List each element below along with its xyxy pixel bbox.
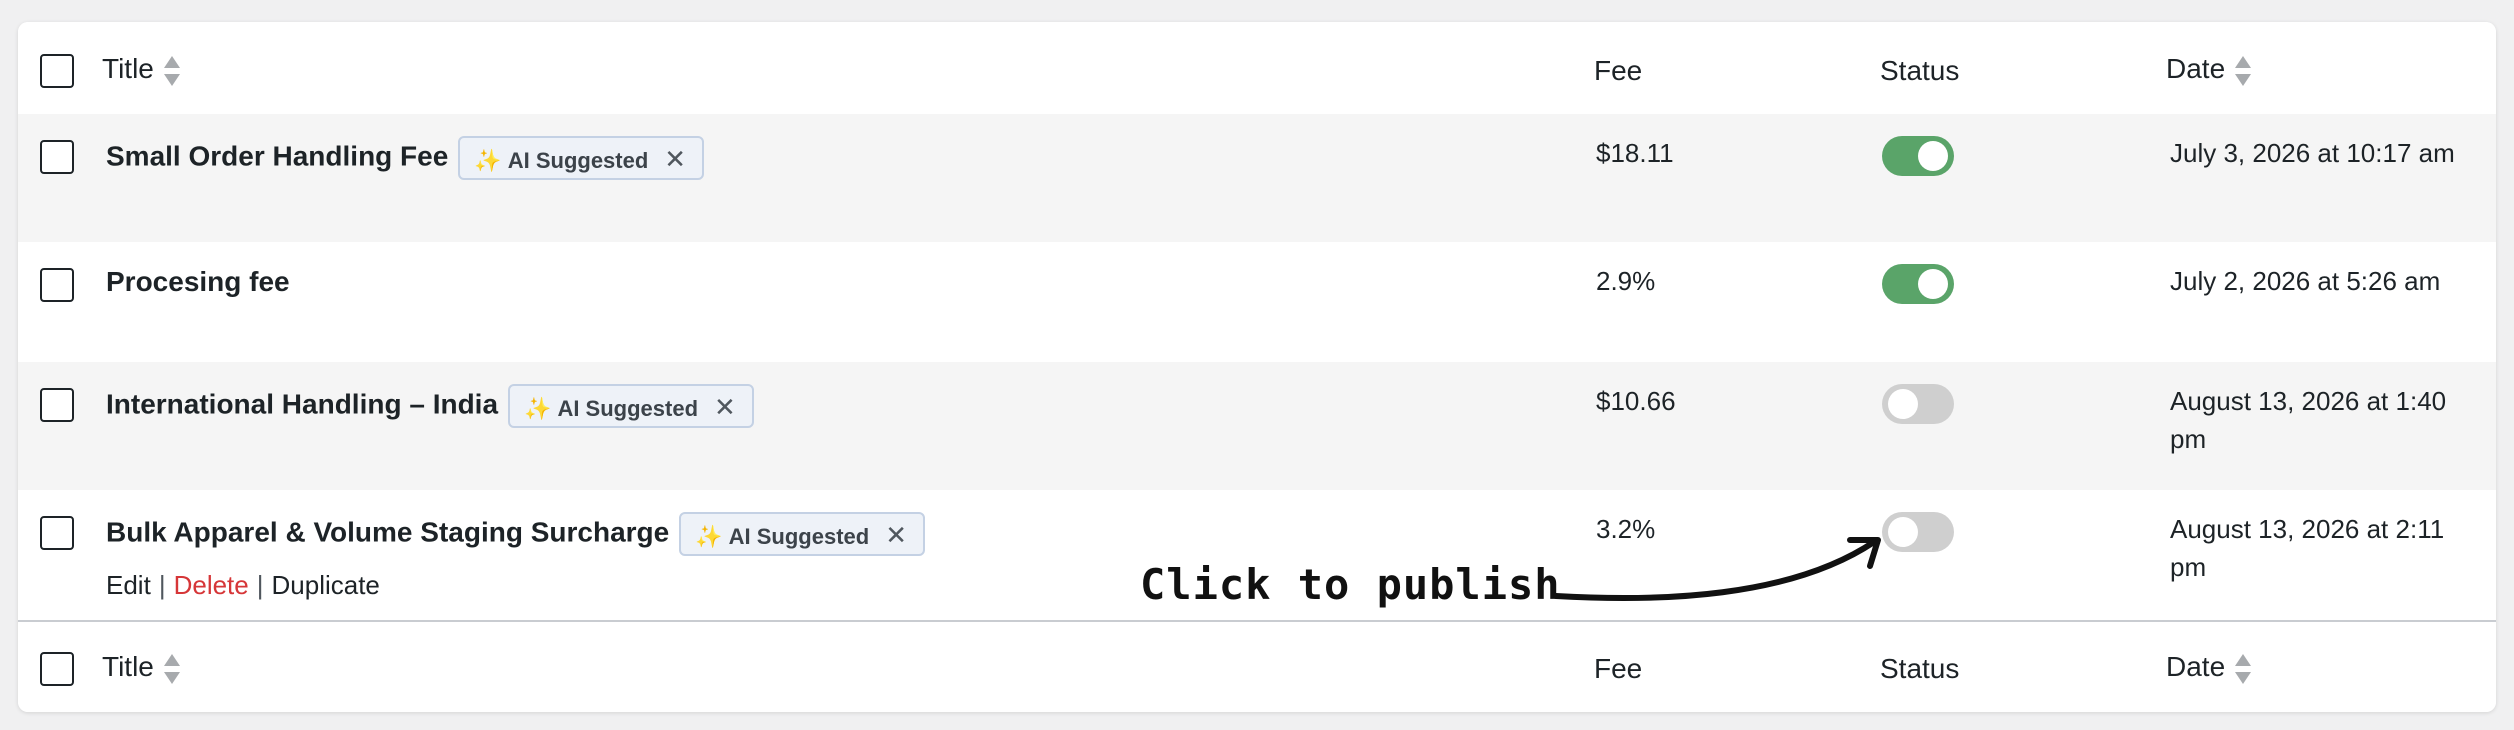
column-title-footer[interactable]: Title bbox=[102, 650, 180, 684]
ai-suggested-badge: ✨ AI Suggested ✕ bbox=[508, 384, 754, 428]
sparkle-icon: ✨ bbox=[695, 524, 723, 549]
ai-suggested-badge: ✨ AI Suggested ✕ bbox=[679, 512, 925, 556]
status-toggle[interactable] bbox=[1882, 264, 1954, 304]
row-date: August 13, 2026 at 2:11 pm bbox=[2170, 514, 2445, 582]
column-status-header: Status bbox=[1880, 55, 1960, 86]
column-fee-header: Fee bbox=[1594, 55, 1643, 86]
row-fee: $10.66 bbox=[1596, 386, 1676, 416]
sparkle-icon: ✨ bbox=[474, 148, 502, 173]
annotation-arrow-icon bbox=[1553, 537, 1881, 602]
row-date: August 13, 2026 at 1:40 pm bbox=[2170, 386, 2447, 454]
sort-arrows-icon[interactable] bbox=[2235, 653, 2252, 684]
table-row: Small Order Handling Fee ✨ AI Suggested ✕ $… bbox=[18, 114, 2496, 242]
status-toggle[interactable] bbox=[1882, 384, 1954, 424]
row-fee: 2.9% bbox=[1596, 266, 1656, 296]
select-all-checkbox[interactable] bbox=[40, 652, 74, 686]
sort-arrows-icon[interactable] bbox=[163, 55, 180, 86]
table-row: Procesing fee 2.9% July 2, 2026 at 5:26 … bbox=[18, 242, 2496, 362]
row-checkbox[interactable] bbox=[40, 140, 74, 174]
sort-arrows-icon[interactable] bbox=[163, 653, 180, 684]
row-checkbox[interactable] bbox=[40, 388, 74, 422]
row-title[interactable]: Small Order Handling Fee ✨ AI Suggested ✕ bbox=[106, 136, 705, 180]
column-status-footer: Status bbox=[1880, 653, 1960, 684]
row-checkbox[interactable] bbox=[40, 516, 74, 550]
column-date-header[interactable]: Date bbox=[2166, 52, 2252, 86]
delete-link[interactable]: Delete bbox=[174, 570, 249, 600]
sort-arrows-icon[interactable] bbox=[2235, 55, 2252, 86]
row-date: July 2, 2026 at 5:26 am bbox=[2170, 266, 2441, 296]
close-icon[interactable]: ✕ bbox=[664, 144, 686, 174]
row-fee: $18.11 bbox=[1596, 138, 1674, 168]
duplicate-link[interactable]: Duplicate bbox=[272, 570, 380, 600]
row-actions: Edit | Delete | Duplicate bbox=[106, 570, 380, 600]
sparkle-icon: ✨ bbox=[524, 396, 552, 421]
row-title[interactable]: Procesing fee bbox=[106, 264, 290, 300]
column-title-header[interactable]: Title bbox=[102, 52, 180, 86]
close-icon[interactable]: ✕ bbox=[714, 392, 736, 422]
row-title[interactable]: International Handling – India ✨ AI Sugges… bbox=[106, 384, 754, 428]
publish-annotation-text: Click to publish bbox=[1140, 560, 1561, 609]
row-checkbox[interactable] bbox=[40, 268, 74, 302]
table-footer: Title Fee Status Date bbox=[18, 620, 2496, 712]
row-title[interactable]: Bulk Apparel & Volume Staging Surcharge ✨… bbox=[106, 512, 925, 556]
column-fee-footer: Fee bbox=[1594, 653, 1643, 684]
row-date: July 3, 2026 at 10:17 am bbox=[2170, 138, 2455, 168]
ai-suggested-badge: ✨ AI Suggested ✕ bbox=[458, 136, 705, 180]
table-row: International Handling – India ✨ AI Sugges… bbox=[18, 362, 2496, 490]
edit-link[interactable]: Edit bbox=[106, 570, 151, 600]
table-header: Title Fee Status Date bbox=[18, 22, 2496, 116]
column-date-footer[interactable]: Date bbox=[2166, 650, 2252, 684]
status-toggle[interactable] bbox=[1882, 136, 1954, 176]
close-icon[interactable]: ✕ bbox=[885, 520, 907, 550]
select-all-checkbox[interactable] bbox=[40, 54, 74, 88]
